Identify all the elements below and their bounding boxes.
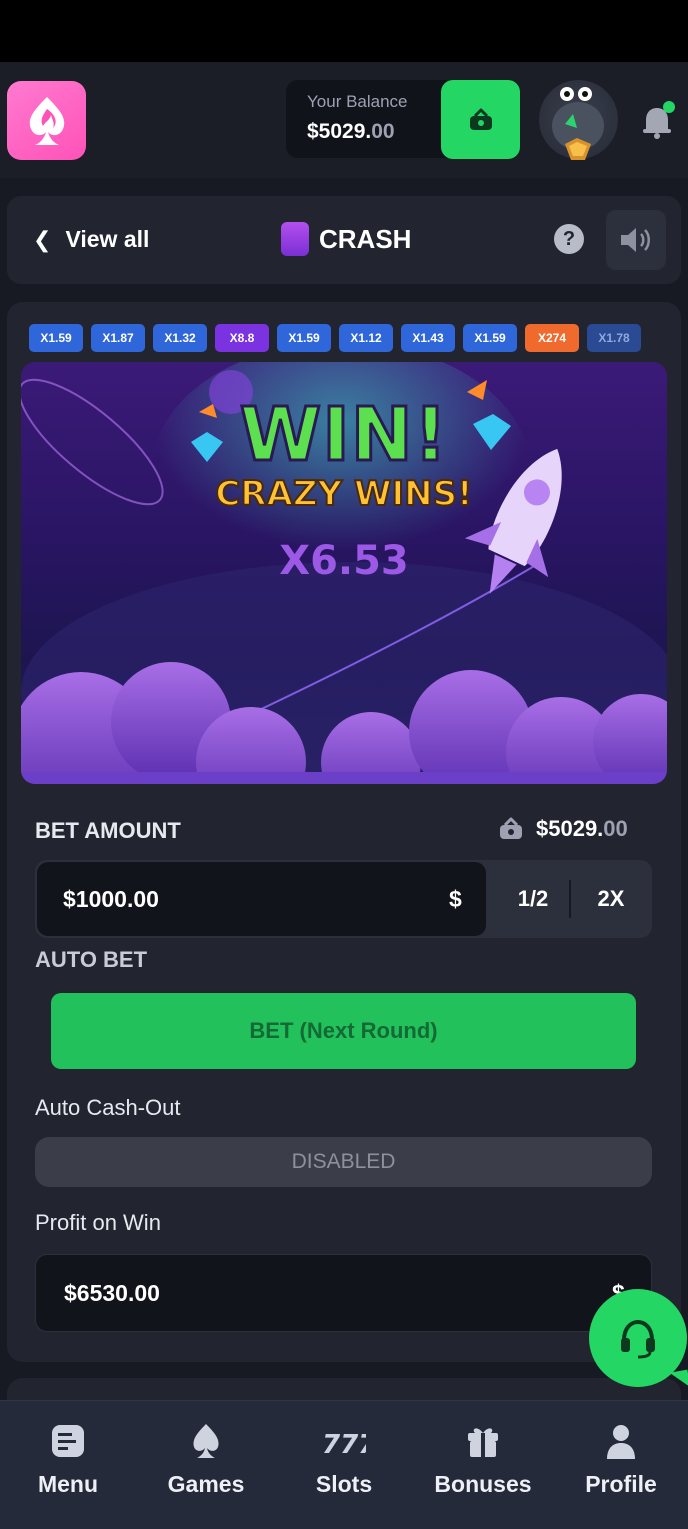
double-bet-button[interactable]: 2X <box>575 860 647 938</box>
balance-label: Your Balance <box>307 92 408 111</box>
wallet-button[interactable] <box>441 80 520 159</box>
spade-icon <box>193 1424 219 1458</box>
bell-icon <box>643 101 675 139</box>
game-title-text: CRASH <box>319 223 412 254</box>
game-title: CRASH <box>281 222 411 256</box>
history-chip: X1.87 <box>91 324 145 352</box>
system-status-bar <box>0 0 688 62</box>
balance-value: $5029.00 <box>307 120 395 144</box>
sound-toggle-button[interactable] <box>606 210 666 270</box>
crash-game-icon <box>281 222 309 256</box>
bet-balance-main: $5029. <box>536 816 604 841</box>
nav-slots[interactable]: 777 Slots <box>279 1421 409 1498</box>
nav-games[interactable]: Games <box>141 1421 271 1498</box>
auto-cashout-label: Auto Cash-Out <box>35 1095 181 1120</box>
game-nav-bar: ❮ View all CRASH ? <box>7 196 681 284</box>
history-chip: X1.32 <box>153 324 207 352</box>
divider <box>569 880 571 918</box>
history-chip: X1.12 <box>339 324 393 352</box>
support-chat-button[interactable] <box>589 1289 687 1387</box>
view-all-label: View all <box>65 226 150 252</box>
auto-bet-toggle[interactable]: AUTO BET <box>35 947 147 973</box>
win-subheadline: CRAZY WINS! <box>214 473 473 515</box>
half-bet-button[interactable]: 1/2 <box>497 860 569 938</box>
crash-game-stage: WIN! CRAZY WINS! X6.53 <box>21 362 667 784</box>
bet-balance-value: $5029.00 <box>536 816 628 842</box>
nav-menu-label: Menu <box>37 1471 99 1497</box>
history-chip: X1.43 <box>401 324 455 352</box>
top-header: Your Balance $5029.00 <box>0 62 688 178</box>
win-headline: WIN! <box>238 391 449 480</box>
nav-bonuses[interactable]: Bonuses <box>418 1421 548 1498</box>
help-button[interactable]: ? <box>554 224 584 254</box>
nav-slots-label: Slots <box>315 1471 373 1497</box>
nav-profile[interactable]: Profile <box>556 1421 686 1498</box>
history-chip: X1.59 <box>29 324 83 352</box>
gift-icon <box>468 1428 498 1457</box>
profit-on-win-field: $6530.00 $ <box>35 1254 652 1332</box>
history-chip: X1.59 <box>463 324 517 352</box>
history-chip: X1.59 <box>277 324 331 352</box>
headset-icon <box>621 1319 655 1359</box>
history-chip: X274 <box>525 324 579 352</box>
speaker-icon <box>621 228 650 252</box>
nav-menu[interactable]: Menu <box>3 1421 133 1498</box>
place-bet-button[interactable]: BET (Next Round) <box>51 993 636 1069</box>
view-all-link[interactable]: ❮ View all <box>33 226 149 253</box>
brand-logo[interactable] <box>7 81 86 160</box>
history-chip: X8.8 <box>215 324 269 352</box>
wallet-icon <box>469 108 492 130</box>
slots-777-icon: 777 <box>322 1430 366 1460</box>
balance-main: $5029. <box>307 120 372 143</box>
avatar-character-icon <box>552 87 604 160</box>
wallet-icon <box>500 817 522 839</box>
balance-cents: 00 <box>371 120 395 143</box>
nav-bonuses-label: Bonuses <box>434 1471 532 1497</box>
nav-games-label: Games <box>167 1471 245 1497</box>
person-icon <box>607 1425 635 1459</box>
chevron-left-icon: ❮ <box>33 226 52 252</box>
menu-icon <box>52 1425 84 1457</box>
spade-flame-icon <box>29 96 64 145</box>
bet-amount-input[interactable] <box>37 862 486 936</box>
bet-amount-label: BET AMOUNT <box>35 818 181 843</box>
bet-amount-control: $ 1/2 2X <box>35 860 652 938</box>
history-chip: X1.78 <box>587 324 641 352</box>
user-avatar[interactable] <box>539 80 618 160</box>
bet-currency-symbol: $ <box>449 886 462 912</box>
auto-cashout-field[interactable]: DISABLED <box>35 1137 652 1187</box>
nav-profile-label: Profile <box>585 1471 657 1497</box>
bottom-navigation: Menu Games 777 Slots Bonuses Profile <box>0 1400 688 1529</box>
profit-on-win-value: $6530.00 <box>64 1280 160 1306</box>
multiplier-history: X1.59 X1.87 X1.32 X8.8 X1.59 X1.12 X1.43 X1.59 X… <box>21 324 667 354</box>
profit-on-win-label: Profit on Win <box>35 1210 161 1235</box>
bet-balance: $5029.00 <box>498 816 628 842</box>
svg-text:777: 777 <box>322 1430 366 1460</box>
bet-balance-cents: 00 <box>603 816 628 841</box>
current-multiplier: X6.53 <box>279 538 409 584</box>
notification-bell[interactable] <box>640 100 676 140</box>
